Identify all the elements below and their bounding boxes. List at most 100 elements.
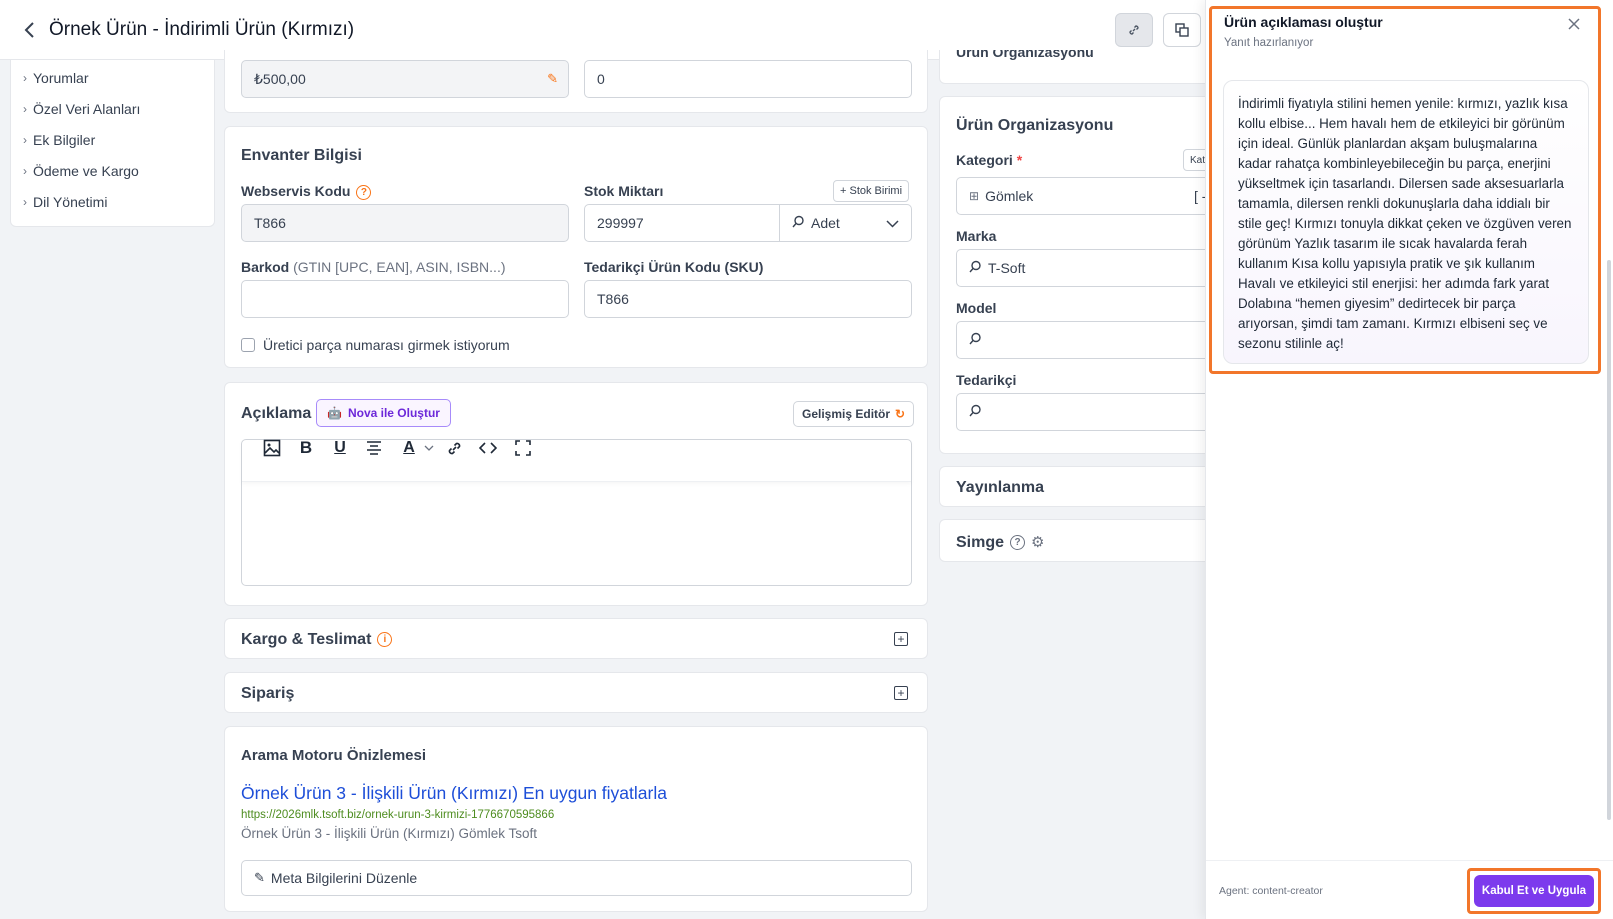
stock-unit-select[interactable]: Adet: [779, 204, 912, 242]
supplier-label: Tedarikçi: [956, 372, 1017, 388]
sidebar-item-extra-info[interactable]: › Ek Bilgiler: [23, 132, 95, 148]
sku-input[interactable]: T866: [584, 280, 912, 318]
sidebar-item-payment-shipping[interactable]: › Ödeme ve Kargo: [23, 163, 139, 179]
partial-card: Ürün Organizasyonu: [939, 50, 1219, 84]
publish-card[interactable]: Yayınlanma: [939, 466, 1219, 507]
chevron-right-icon: ›: [23, 195, 27, 209]
mpn-checkbox[interactable]: [241, 338, 255, 352]
sidebar-item-custom-fields[interactable]: › Özel Veri Alanları: [23, 101, 140, 117]
shipping-title-text: Kargo & Teslimat: [241, 631, 372, 648]
seo-url: https://2026mlk.tsoft.biz/ornek-urun-3-k…: [241, 809, 555, 821]
webservice-input[interactable]: T866: [241, 204, 569, 242]
barcode-input[interactable]: [241, 280, 569, 318]
translate-icon: [1175, 23, 1189, 37]
code-icon[interactable]: [477, 437, 499, 459]
price-value: ₺500,00: [254, 70, 306, 87]
webservice-label-text: Webservis Kodu: [241, 183, 351, 199]
sidebar-item-label: Özel Veri Alanları: [33, 101, 141, 117]
shipping-title: Kargo & Teslimat i: [241, 631, 393, 649]
underline-icon[interactable]: U: [329, 437, 351, 459]
inventory-card: Envanter Bilgisi Webservis Kodu? T866 St…: [224, 126, 928, 368]
back-arrow-icon[interactable]: [18, 18, 40, 42]
supplier-select[interactable]: [956, 393, 1218, 431]
advanced-editor-button[interactable]: Gelişmiş Editör ↻: [793, 401, 915, 427]
stock-input[interactable]: 299997: [584, 204, 780, 242]
image-icon[interactable]: [261, 437, 283, 459]
icon-section-title-text: Simge: [956, 534, 1005, 551]
expand-icon[interactable]: +: [894, 632, 908, 646]
organization-card: Ürün Organizasyonu Kategori * Kate ⊞ Göm…: [939, 96, 1219, 454]
seo-preview-card: Arama Motoru Önizlemesi Örnek Ürün 3 - İ…: [224, 726, 928, 912]
translate-button[interactable]: [1163, 13, 1201, 47]
link-button[interactable]: [1115, 13, 1153, 47]
sidebar-item-label: Yorumlar: [33, 70, 89, 86]
sku-label: Tedarikçi Ürün Kodu (SKU): [584, 259, 764, 275]
stock-label: Stok Miktarı: [584, 183, 664, 199]
chevron-down-icon[interactable]: [418, 437, 440, 459]
brand-label: Marka: [956, 228, 997, 244]
page-title: Örnek Ürün - İndirimli Ürün (Kırmızı): [49, 19, 355, 40]
fullscreen-icon[interactable]: [512, 437, 534, 459]
sidebar-item-reviews[interactable]: › Yorumlar: [23, 70, 89, 86]
nova-button-label: Nova ile Oluştur: [347, 406, 440, 420]
organization-title: Ürün Organizasyonu: [956, 117, 1114, 134]
edit-icon[interactable]: ✎: [547, 71, 558, 87]
expand-icon[interactable]: +: [894, 686, 908, 700]
mpn-checkbox-row[interactable]: Üretici parça numarası girmek istiyorum: [241, 337, 510, 353]
panel-scrollbar[interactable]: [1607, 260, 1611, 820]
sidebar-item-label: Ödeme ve Kargo: [33, 163, 139, 179]
left-navigation: › Yorumlar › Özel Veri Alanları › Ek Bilgil…: [10, 60, 215, 227]
help-icon[interactable]: ?: [1010, 535, 1026, 551]
tree-icon: ⊞: [969, 189, 980, 203]
second-price-value: 0: [597, 71, 605, 87]
align-icon[interactable]: [363, 437, 385, 459]
category-label-text: Kategori: [956, 152, 1013, 168]
advanced-editor-label: Gelişmiş Editör: [802, 407, 891, 421]
icon-section-title: Simge? ⚙: [956, 533, 1044, 552]
nova-generate-button[interactable]: 🤖 Nova ile Oluştur: [316, 399, 451, 427]
brand-select[interactable]: T-Soft: [956, 249, 1218, 287]
description-card: Açıklama 🤖 Nova ile Oluştur Gelişmiş Edi…: [224, 382, 928, 606]
second-price-input[interactable]: 0: [584, 60, 912, 98]
chevron-right-icon: ›: [23, 133, 27, 147]
stock-unit-button[interactable]: + Stok Birimi: [833, 180, 910, 202]
chevron-right-icon: ›: [23, 71, 27, 85]
search-icon: [969, 332, 982, 348]
publish-title: Yayınlanma: [956, 479, 1045, 496]
brand-value: T-Soft: [988, 260, 1026, 276]
link-icon: [1129, 25, 1139, 35]
icon-section-card[interactable]: Simge? ⚙: [939, 519, 1219, 562]
search-icon: [969, 404, 982, 420]
pricing-card: ₺500,00 ✎ 0: [224, 50, 928, 113]
chevron-right-icon: ›: [23, 102, 27, 116]
highlight-frame: [1467, 868, 1601, 914]
seo-link-title[interactable]: Örnek Ürün 3 - İlişkili Ürün (Kırmızı) E…: [241, 783, 667, 804]
order-card[interactable]: Sipariş +: [224, 672, 928, 713]
highlight-frame: [1209, 6, 1601, 374]
shipping-card[interactable]: Kargo & Teslimat i +: [224, 618, 928, 659]
price-input[interactable]: ₺500,00 ✎: [241, 60, 569, 98]
barcode-label: Barkod (GTIN [UPC, EAN], ASIN, ISBN...): [241, 259, 506, 275]
rich-text-editor[interactable]: [241, 439, 912, 586]
seo-title: Arama Motoru Önizlemesi: [241, 747, 427, 764]
webservice-label: Webservis Kodu?: [241, 183, 372, 200]
edit-icon: ✎: [254, 870, 265, 885]
help-icon[interactable]: ?: [356, 184, 372, 200]
text-color-icon[interactable]: A: [398, 437, 420, 459]
model-select[interactable]: [956, 321, 1218, 359]
bold-icon[interactable]: B: [295, 437, 317, 459]
sidebar-item-language[interactable]: › Dil Yönetimi: [23, 194, 107, 210]
category-select[interactable]: ⊞ Gömlek [ -: [956, 177, 1218, 215]
link-icon[interactable]: [443, 437, 465, 459]
info-icon[interactable]: i: [377, 632, 393, 648]
inventory-title: Envanter Bilgisi: [241, 147, 362, 164]
robot-icon: 🤖: [327, 406, 342, 420]
panel-footer-divider: [1206, 860, 1613, 861]
required-marker: *: [1016, 152, 1023, 168]
stock-unit-value: Adet: [811, 215, 840, 231]
sidebar-item-label: Ek Bilgiler: [33, 132, 96, 148]
model-label: Model: [956, 300, 997, 316]
search-icon: [792, 215, 805, 231]
edit-meta-button[interactable]: ✎ Meta Bilgilerini Düzenle: [241, 860, 912, 896]
gear-icon[interactable]: ⚙: [1031, 534, 1044, 551]
